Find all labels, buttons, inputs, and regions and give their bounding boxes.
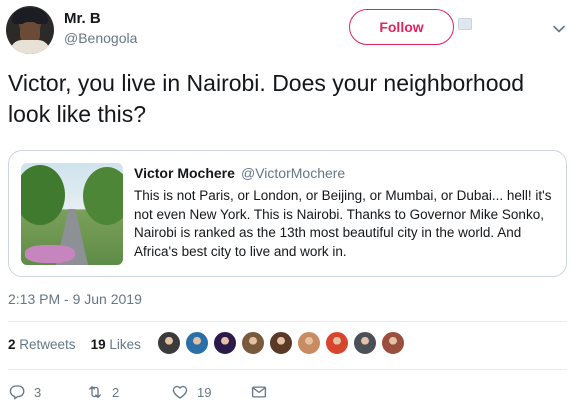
- liker-avatar[interactable]: [241, 331, 265, 355]
- divider: [8, 369, 567, 370]
- like-action[interactable]: 19: [171, 383, 211, 401]
- reply-icon: [9, 385, 25, 400]
- engagement-stats: 2 Retweets 19 Likes: [8, 337, 141, 352]
- author-handle[interactable]: @Benogola: [64, 30, 137, 46]
- liker-avatar[interactable]: [157, 331, 181, 355]
- liker-avatar[interactable]: [353, 331, 377, 355]
- follow-card-icon: [458, 18, 472, 30]
- divider: [8, 321, 567, 322]
- likes-stat[interactable]: 19 Likes: [91, 337, 141, 352]
- liker-avatar[interactable]: [381, 331, 405, 355]
- image-tree-left: [21, 165, 65, 225]
- author-avatar[interactable]: [6, 6, 54, 54]
- heart-icon: [172, 385, 188, 399]
- envelope-icon: [251, 386, 267, 398]
- retweets-stat[interactable]: 2 Retweets: [8, 337, 76, 352]
- quoted-tweet-text: This is not Paris, or London, or Beijing…: [134, 188, 552, 259]
- liker-avatar[interactable]: [213, 331, 237, 355]
- quoted-tweet[interactable]: Victor Mochere @VictorMochere This is no…: [8, 150, 567, 277]
- quoted-tweet-image[interactable]: [21, 163, 123, 265]
- tweet-header: Mr. B @Benogola Follow: [6, 6, 582, 54]
- tweet-text: Victor, you live in Nairobi. Does your n…: [8, 70, 525, 127]
- reply-count: 3: [34, 384, 42, 400]
- liker-avatar[interactable]: [269, 331, 293, 355]
- liker-avatar[interactable]: [185, 331, 209, 355]
- liker-avatar[interactable]: [297, 331, 321, 355]
- retweets-label: Retweets: [19, 337, 76, 352]
- retweet-icon: [89, 386, 101, 398]
- quoted-author-handle: @VictorMochere: [241, 165, 346, 181]
- author-name[interactable]: Mr. B: [64, 10, 101, 27]
- image-tree-right: [83, 167, 123, 225]
- retweet-action[interactable]: 2: [86, 383, 119, 401]
- likes-label: Likes: [109, 337, 141, 352]
- tweet-timestamp[interactable]: 2:13 PM - 9 Jun 2019: [8, 291, 142, 307]
- avatar-shirt: [10, 40, 50, 54]
- liker-avatar[interactable]: [325, 331, 349, 355]
- liker-avatars: [157, 331, 409, 357]
- quoted-author-name: Victor Mochere: [134, 165, 235, 181]
- chevron-down-icon[interactable]: [552, 22, 566, 36]
- retweets-count: 2: [8, 337, 16, 352]
- retweet-count: 2: [112, 384, 120, 400]
- dm-action[interactable]: [250, 383, 276, 401]
- follow-button[interactable]: Follow: [349, 9, 454, 45]
- image-flowers: [25, 245, 75, 263]
- like-count: 19: [197, 384, 212, 400]
- likes-count: 19: [90, 337, 106, 352]
- reply-action[interactable]: 3: [8, 383, 41, 401]
